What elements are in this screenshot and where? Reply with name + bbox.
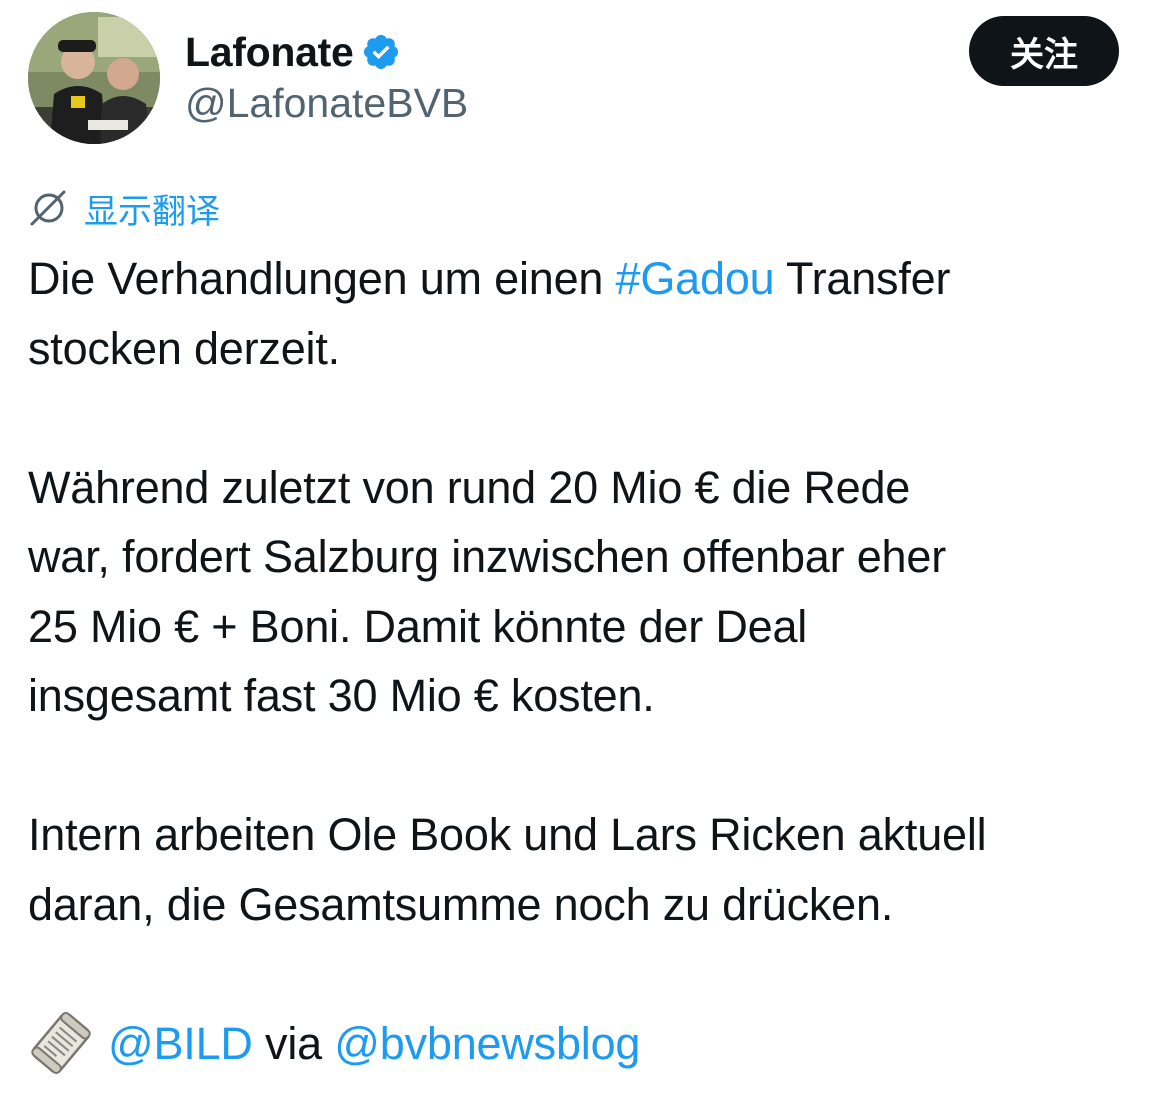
rolled-newspaper-icon (31, 1012, 91, 1075)
author-name-row[interactable]: Lafonate (185, 24, 401, 80)
paragraph-2-line-1: Während zuletzt von rund 20 Mio € die Re… (28, 461, 911, 513)
paragraph-3-line-1: Intern arbeiten Ole Book und Lars Ricken… (28, 809, 987, 860)
show-translation-link[interactable]: 显示翻译 (28, 184, 220, 232)
tweet-card: Lafonate @LafonateBVB 关注 显示翻译 Die Verhan… (0, 0, 1170, 1111)
follow-button[interactable]: 关注 (969, 16, 1119, 86)
paragraph-3-line-2: daran, die Gesamtsumme noch zu drücken. (28, 878, 894, 930)
paragraph-2-line-4: insgesamt fast 30 Mio € kosten. (28, 670, 655, 721)
paragraph-1-line-2: stocken derzeit. (28, 322, 340, 374)
paragraph-2-line-3: 25 Mio € + Boni. Damit könnte der Deal (28, 600, 808, 652)
source-line: @BILD via @bvbnewsblog (28, 1009, 1153, 1079)
translate-icon (30, 190, 66, 226)
avatar[interactable] (28, 12, 160, 144)
author-handle[interactable]: @LafonateBVB (185, 80, 468, 127)
verified-badge-icon (364, 34, 399, 70)
paragraph-1: Die Verhandlungen um einen #Gadou Transf… (28, 253, 951, 304)
show-translation-label[interactable]: 显示翻译 (84, 184, 220, 233)
tweet-text: Die Verhandlungen um einen #Gadou Transf… (28, 244, 1153, 1078)
display-name[interactable]: Lafonate (185, 29, 354, 76)
hashtag-link[interactable]: #Gadou (616, 253, 775, 304)
bild-mention-link[interactable]: @BILD (108, 1009, 253, 1079)
paragraph-2-line-2: war, fordert Salzburg inzwischen offenba… (28, 531, 946, 582)
bvbnewsblog-mention-link[interactable]: @bvbnewsblog (334, 1009, 640, 1079)
